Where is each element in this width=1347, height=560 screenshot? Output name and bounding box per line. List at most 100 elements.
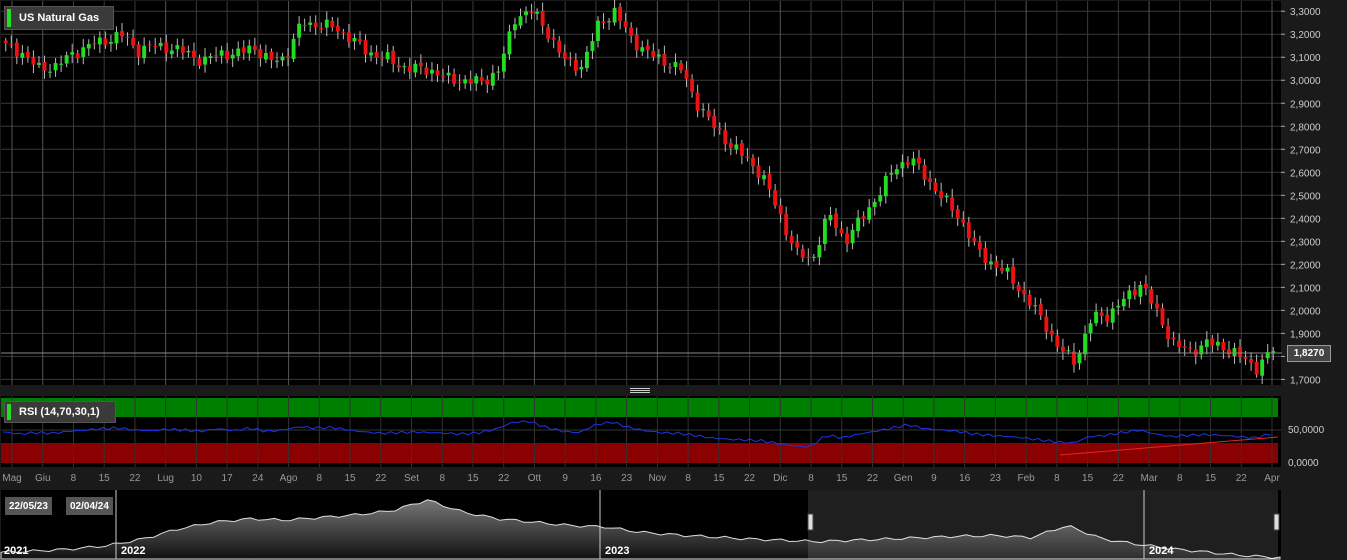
instrument-title[interactable]: US Natural Gas <box>4 6 114 30</box>
candle-body <box>430 69 434 74</box>
candle-body <box>1033 305 1038 307</box>
x-tick-label: 8 <box>71 473 77 484</box>
candle-body <box>922 164 927 180</box>
candle-body <box>53 63 58 71</box>
panel-splitter-handle[interactable] <box>630 388 650 394</box>
candle-body <box>468 79 473 84</box>
candle-body <box>1182 346 1187 348</box>
candle-body <box>955 209 960 219</box>
candle-body <box>197 58 202 66</box>
candle-body <box>479 77 484 81</box>
candle-body <box>800 248 805 258</box>
year-label: 2021 <box>4 545 28 557</box>
candle-body <box>1044 316 1049 332</box>
candle-body <box>164 42 169 53</box>
candle-body <box>828 214 833 221</box>
candle-body <box>994 260 999 268</box>
candle-body <box>917 157 921 164</box>
candle-body <box>972 237 977 242</box>
x-tick-label: 9 <box>931 473 937 484</box>
navigator-right-handle[interactable] <box>1273 513 1280 531</box>
candle-body <box>834 213 838 228</box>
candle-body <box>1243 357 1248 359</box>
candle-body <box>1116 305 1121 308</box>
candle-body <box>1221 342 1226 351</box>
candle-body <box>1060 346 1065 352</box>
candle-body <box>983 248 988 263</box>
candle-body <box>612 7 617 23</box>
candle-body <box>208 56 213 58</box>
candle-body <box>540 11 545 26</box>
candle-body <box>70 52 75 55</box>
candle-body <box>136 44 141 57</box>
x-tick-label: 24 <box>252 473 264 484</box>
rsi-title[interactable]: RSI (14,70,30,1) <box>4 401 116 423</box>
candle-body <box>712 115 717 129</box>
series-color-marker <box>7 9 11 27</box>
navigator-end-date[interactable]: 02/04/24 <box>66 497 113 515</box>
candle-body <box>180 46 185 53</box>
candle-body <box>1166 326 1171 339</box>
candle-body <box>363 40 368 55</box>
candle-body <box>856 217 861 232</box>
candle-body <box>114 32 119 44</box>
candle-body <box>684 69 689 80</box>
candle-body <box>324 19 329 28</box>
candle-body <box>773 190 778 206</box>
candle-body <box>640 47 645 52</box>
candle-body <box>706 110 711 117</box>
candle-body <box>14 42 19 57</box>
candle-body <box>75 53 80 59</box>
price-tick-label: 3,1000 <box>1290 53 1321 64</box>
x-tick-label: 8 <box>685 473 691 484</box>
candle-body <box>845 233 849 244</box>
candle-body <box>1011 266 1016 284</box>
x-tick-label: 22 <box>1236 473 1248 484</box>
candle-body <box>1121 298 1126 307</box>
x-tick-label: Apr <box>1264 473 1280 484</box>
candle-body <box>1227 349 1231 355</box>
candle-body <box>1160 307 1165 326</box>
candle-body <box>81 47 86 57</box>
candle-body <box>989 261 993 265</box>
navigator-selection[interactable] <box>808 490 1278 559</box>
candle-body <box>25 51 30 58</box>
candle-body <box>911 158 916 166</box>
candle-body <box>690 78 695 92</box>
candle-body <box>236 48 241 57</box>
candle-body <box>446 72 451 76</box>
rsi-title-text: RSI (14,70,30,1) <box>19 406 100 418</box>
candle-body <box>1254 361 1259 375</box>
navigator-left-handle[interactable] <box>807 513 814 531</box>
candle-body <box>297 23 302 38</box>
candle-body <box>1005 267 1010 272</box>
candle-body <box>601 21 606 23</box>
price-tick-label: 2,1000 <box>1290 283 1321 294</box>
candle-body <box>557 40 562 53</box>
x-tick-label: 15 <box>467 473 479 484</box>
navigator-start-date[interactable]: 22/05/23 <box>5 497 52 515</box>
candle-body <box>977 242 982 250</box>
price-tick-label: 2,5000 <box>1290 191 1321 202</box>
x-tick-label: 8 <box>808 473 814 484</box>
x-tick-label: 9 <box>562 473 568 484</box>
candle-body <box>286 56 290 58</box>
price-tick-label: 3,0000 <box>1290 76 1321 87</box>
candle-body <box>734 144 739 150</box>
candle-body <box>966 222 971 239</box>
candle-body <box>701 109 706 111</box>
candle-body <box>108 42 113 44</box>
candle-body <box>1171 337 1176 340</box>
price-tick-label: 2,2000 <box>1290 260 1321 271</box>
candle-body <box>817 245 822 258</box>
x-tick-label: 22 <box>129 473 141 484</box>
candle-body <box>1204 339 1209 347</box>
candle-body <box>806 256 811 258</box>
x-tick-label: Mar <box>1140 473 1158 484</box>
candle-body <box>86 44 91 49</box>
rsi-overbought-zone <box>1 398 1278 417</box>
candle-body <box>872 201 877 207</box>
candle-body <box>402 66 407 68</box>
candle-body <box>778 205 783 215</box>
candle-body <box>142 45 147 59</box>
